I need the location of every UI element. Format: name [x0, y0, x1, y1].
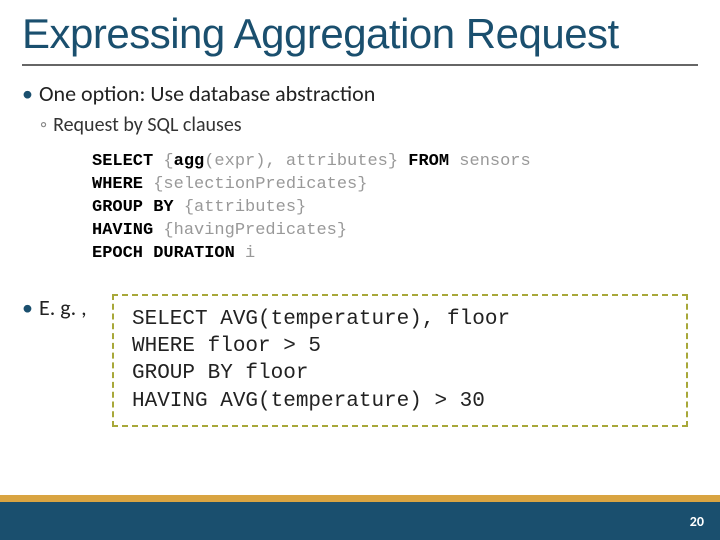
slide: Expressing Aggregation Request •One opti… — [0, 0, 720, 540]
eg-text: E. g. , — [39, 294, 87, 321]
kw-from: FROM — [408, 152, 449, 171]
page-title: Expressing Aggregation Request — [22, 10, 698, 58]
bullet-2-text: Request by SQL clauses — [53, 113, 242, 137]
bullet-level-2: ◦Request by SQL clauses — [40, 113, 698, 137]
template-line: GROUP BY {attributes} — [92, 197, 698, 220]
bullet-icon: • — [22, 294, 33, 321]
sql-example-box: SELECT AVG(temperature), floor WHERE flo… — [112, 294, 688, 427]
footer-bar — [0, 502, 720, 540]
title-underline — [22, 64, 698, 66]
bullet-level-1: •One option: Use database abstraction — [22, 80, 698, 107]
kw-agg: agg — [174, 152, 205, 171]
sub-bullet-icon: ◦ — [40, 113, 47, 137]
template-line: HAVING {havingPredicates} — [92, 220, 698, 243]
kw-having: HAVING — [92, 221, 153, 240]
bullet-1-text: One option: Use database abstraction — [39, 80, 375, 107]
kw-epoch: EPOCH DURATION — [92, 244, 235, 263]
template-line: SELECT {agg(expr), attributes} FROM sens… — [92, 151, 698, 174]
sql-template-block: SELECT {agg(expr), attributes} FROM sens… — [92, 151, 698, 266]
kw-groupby: GROUP BY — [92, 198, 174, 217]
kw-where: WHERE — [92, 175, 143, 194]
footer-accent-bar — [0, 495, 720, 502]
template-line: EPOCH DURATION i — [92, 243, 698, 266]
template-line: WHERE {selectionPredicates} — [92, 174, 698, 197]
bullet-icon: • — [22, 80, 33, 107]
kw-select: SELECT — [92, 152, 153, 171]
page-number: 20 — [690, 513, 704, 530]
example-row: •E. g. , SELECT AVG(temperature), floor … — [22, 294, 698, 427]
eg-label: •E. g. , — [22, 294, 112, 321]
